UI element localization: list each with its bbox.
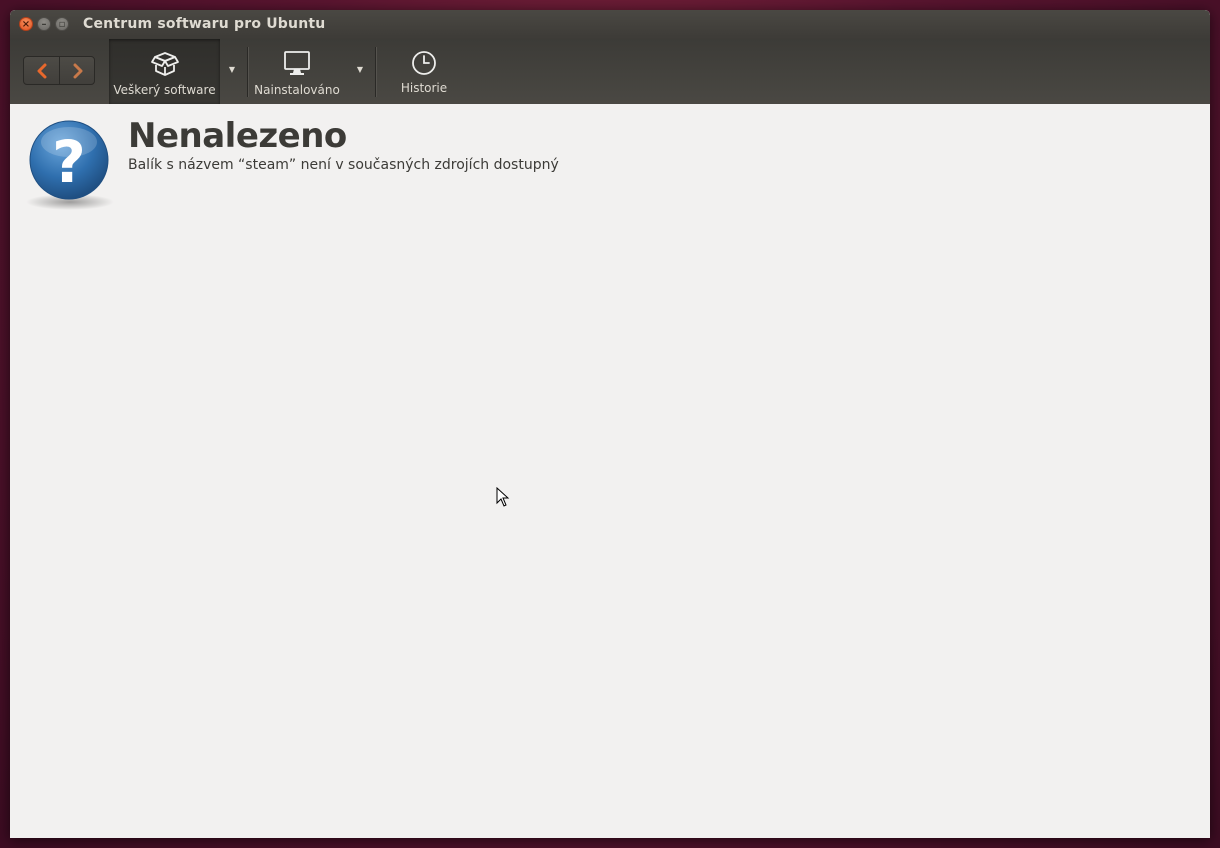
- close-icon[interactable]: ×: [19, 17, 33, 31]
- svg-text:?: ?: [52, 128, 86, 196]
- page-title: Nenalezeno: [128, 116, 347, 156]
- window-title: Centrum softwaru pro Ubuntu: [83, 16, 326, 32]
- tab-all-software-label: Veškerý software: [113, 83, 216, 97]
- tab-all-software[interactable]: Veškerý software: [109, 39, 220, 104]
- mouse-pointer-icon: [496, 487, 510, 507]
- chevron-left-icon: [37, 63, 46, 78]
- back-button[interactable]: [24, 57, 60, 84]
- tab-history-label: Historie: [400, 81, 448, 95]
- tab-history[interactable]: Historie: [388, 39, 460, 104]
- toolbar: Veškerý software ▼ Nainstalováno ▼ Histo…: [10, 39, 1210, 105]
- minimize-icon[interactable]: –: [37, 17, 51, 31]
- monitor-icon: [284, 51, 310, 75]
- tab-installed[interactable]: Nainstalováno: [252, 39, 342, 104]
- chevron-right-icon: [73, 63, 82, 78]
- tab-installed-label: Nainstalováno: [254, 83, 340, 97]
- toolbar-separator: [375, 47, 376, 97]
- toolbar-separator: [247, 47, 248, 97]
- installed-dropdown-button[interactable]: ▼: [353, 63, 367, 77]
- app-window: × – ▫ Centrum softwaru pro Ubuntu Vešker…: [10, 10, 1210, 838]
- navigation-buttons: [23, 56, 95, 85]
- all-software-dropdown-button[interactable]: ▼: [225, 63, 239, 77]
- clock-icon: [412, 51, 436, 75]
- question-icon: ?: [26, 120, 114, 210]
- forward-button[interactable]: [60, 57, 95, 84]
- title-bar[interactable]: × – ▫ Centrum softwaru pro Ubuntu: [10, 10, 1210, 39]
- not-found-message: Balík s názvem “steam” není v současných…: [128, 157, 559, 173]
- main-content: ? Nenalezeno Balík s názvem “steam” není…: [10, 104, 1210, 838]
- box-icon: [150, 52, 179, 76]
- maximize-icon[interactable]: ▫: [55, 17, 69, 31]
